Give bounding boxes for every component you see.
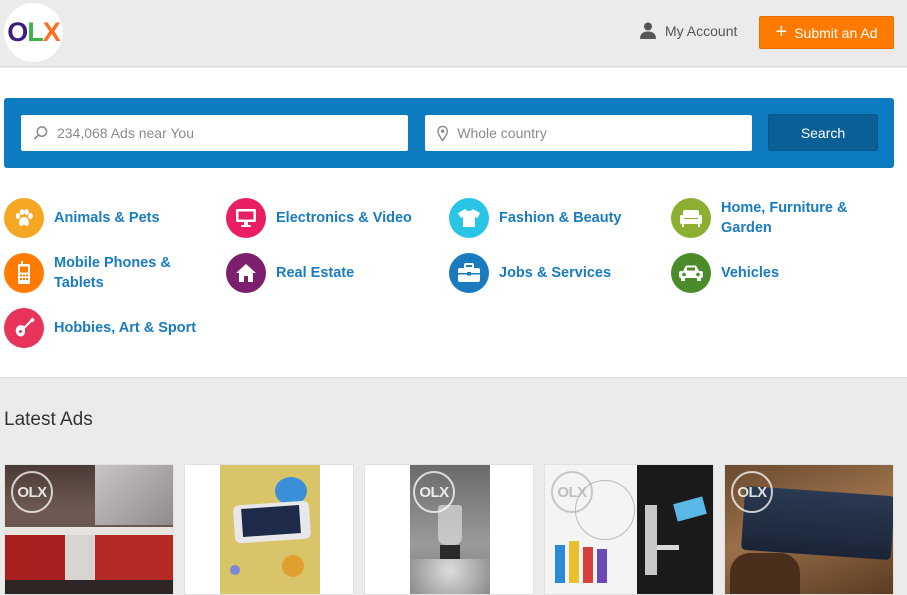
olx-logo[interactable]: OLX <box>4 3 63 62</box>
category-electronics-video[interactable]: Electronics & Video <box>226 198 412 238</box>
logo-letter-l: L <box>27 17 43 47</box>
phone-icon <box>4 253 44 293</box>
category-label: Vehicles <box>721 265 780 281</box>
my-account-link[interactable]: My Account <box>640 22 737 39</box>
guitar-icon <box>4 308 44 348</box>
search-box[interactable] <box>21 115 408 151</box>
ad-card[interactable]: OLX <box>544 464 714 595</box>
category-fashion-beauty[interactable]: Fashion & Beauty <box>449 198 621 238</box>
ad-card[interactable]: OLX <box>364 464 534 595</box>
category-label: Jobs & Services <box>499 265 612 281</box>
category-real-estate[interactable]: Real Estate <box>226 253 354 293</box>
search-button[interactable]: Search <box>768 114 878 151</box>
category-label: Fashion & Beauty <box>499 210 622 226</box>
location-box[interactable] <box>425 115 752 151</box>
category-vehicles[interactable]: Vehicles <box>671 253 779 293</box>
sofa-icon <box>671 198 711 238</box>
tshirt-icon <box>449 198 489 238</box>
ad-photo-smartphone <box>220 465 320 594</box>
main-panel: Search Animals & Pets Electronics & Vide… <box>0 68 907 378</box>
location-input[interactable] <box>457 125 752 141</box>
monitor-icon <box>226 198 266 238</box>
logo-letter-o: O <box>7 17 28 47</box>
category-mobile-phones-tablets[interactable]: Mobile Phones & Tablets <box>4 253 171 293</box>
category-label: Hobbies, Art & Sport <box>54 320 197 336</box>
category-label: Home, Furniture & Garden <box>721 200 848 236</box>
search-input[interactable] <box>56 125 408 141</box>
search-button-label: Search <box>800 124 846 141</box>
olx-watermark: OLX <box>413 471 455 513</box>
search-icon <box>33 126 48 140</box>
category-jobs-services[interactable]: Jobs & Services <box>449 253 611 293</box>
category-animals-pets[interactable]: Animals & Pets <box>4 198 160 238</box>
olx-watermark: OLX <box>731 471 773 513</box>
paw-icon <box>4 198 44 238</box>
logo-text: OLX <box>7 17 61 48</box>
submit-ad-label: Submit an Ad <box>794 24 878 41</box>
category-label: Mobile Phones & Tablets <box>54 255 171 291</box>
plus-icon: + <box>775 20 788 43</box>
briefcase-icon <box>449 253 489 293</box>
category-label: Electronics & Video <box>276 210 412 226</box>
olx-watermark: OLX <box>551 471 593 513</box>
category-label: Animals & Pets <box>54 210 160 226</box>
category-home-furniture-garden[interactable]: Home, Furniture & Garden <box>671 198 847 238</box>
my-account-label: My Account <box>665 22 738 39</box>
house-icon <box>226 253 266 293</box>
ad-card[interactable] <box>184 464 354 595</box>
olx-watermark: OLX <box>11 471 53 513</box>
car-icon <box>671 253 711 293</box>
category-label: Real Estate <box>276 265 355 281</box>
location-pin-icon <box>437 125 449 142</box>
top-header: OLX My Account + Submit an Ad <box>0 0 907 67</box>
user-icon <box>640 22 656 39</box>
category-hobbies-art-sport[interactable]: Hobbies, Art & Sport <box>4 308 196 348</box>
ad-card[interactable]: OLX <box>4 464 174 595</box>
logo-letter-x: X <box>42 17 61 47</box>
submit-ad-button[interactable]: + Submit an Ad <box>759 16 894 49</box>
latest-ads-title: Latest Ads <box>4 409 93 430</box>
search-panel: Search <box>4 98 894 168</box>
ad-card[interactable]: OLX <box>724 464 894 595</box>
